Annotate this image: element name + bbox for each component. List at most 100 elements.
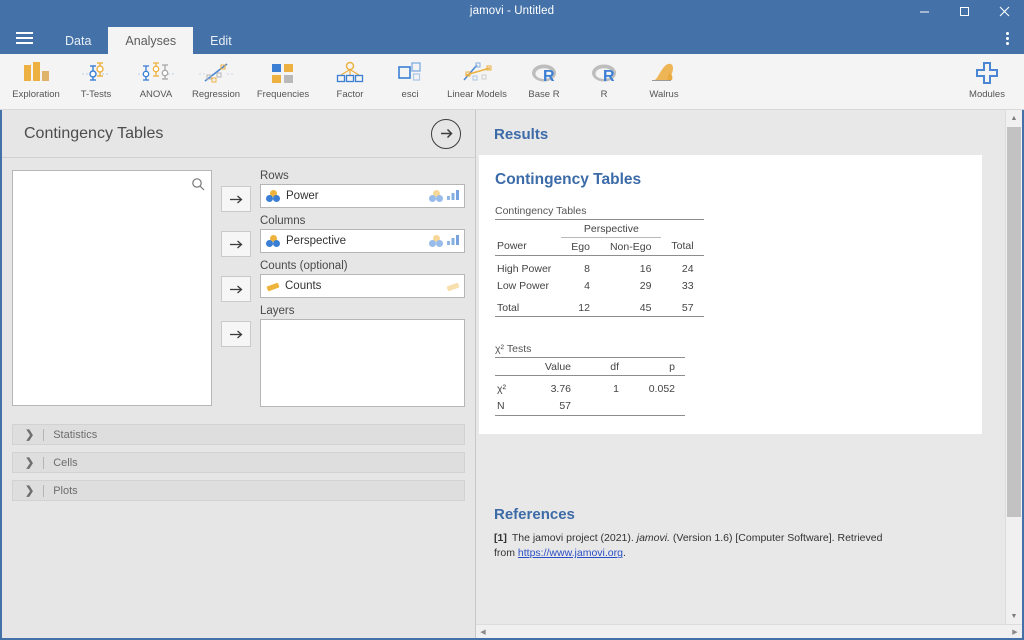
tab-edit[interactable]: Edit [193, 27, 249, 54]
ribbon-anova[interactable]: ANOVA [126, 54, 186, 109]
options-body: Rows Power Columns Perspective Counts (o… [2, 158, 475, 638]
ribbon-base-r[interactable]: R Base R [514, 54, 574, 109]
scroll-left-icon[interactable]: ◀ [476, 625, 490, 638]
results-heading: Results [494, 126, 549, 143]
rows-box[interactable]: Power [260, 184, 465, 208]
scroll-right-icon[interactable]: ▶ [1008, 625, 1022, 638]
minimize-button[interactable] [904, 0, 944, 22]
assign-layers-button[interactable] [221, 321, 251, 347]
cell-value: 4 [584, 280, 590, 292]
ribbon-linear-models-label: Linear Models [447, 89, 507, 100]
ribbon-spacer [694, 54, 956, 109]
cell-value: 45 [599, 294, 662, 317]
scroll-up-icon[interactable]: ▲ [1006, 110, 1022, 126]
assign-buttons-column [212, 170, 260, 414]
chisq-table-block: χ² Tests Value df p χ² 3.76 1 0.052 N 57 [495, 343, 982, 416]
rows-group: Rows Power [260, 170, 465, 208]
table-row: Total 12 45 57 [495, 294, 704, 317]
results-vertical-scrollbar[interactable]: ▲ ▼ [1005, 110, 1022, 624]
ribbon-exploration[interactable]: Exploration [6, 54, 66, 109]
results-horizontal-scrollbar[interactable]: ◀ ▶ [476, 624, 1022, 638]
work-area: Contingency Tables Rows Power Columns Pe… [0, 110, 1024, 640]
assign-columns-button[interactable] [221, 231, 251, 257]
nominal-icon [266, 190, 280, 202]
ribbon-exploration-label: Exploration [12, 89, 60, 100]
table-row: Low Power 4 29 33 [495, 278, 704, 295]
counts-box[interactable]: Counts [260, 274, 465, 298]
columns-box[interactable]: Perspective [260, 229, 465, 253]
table-row: χ² 3.76 1 0.052 [495, 376, 685, 398]
col-header-non-ego: Non-Ego [599, 237, 662, 256]
arrow-right-circle-icon [440, 128, 453, 139]
counts-variable: Counts [285, 280, 322, 292]
tab-analyses-label: Analyses [125, 33, 177, 48]
contingency-table: Perspective Power Ego Non-Ego Total High… [495, 219, 704, 317]
tab-analyses[interactable]: Analyses [108, 27, 194, 54]
search-icon[interactable] [191, 177, 205, 196]
window-title: jamovi - Untitled [469, 5, 555, 17]
ribbon-linear-models[interactable]: Linear Models [440, 54, 514, 109]
divider [43, 428, 45, 441]
section-statistics[interactable]: ❯ Statistics [12, 424, 465, 445]
chevron-right-icon: ❯ [25, 429, 35, 441]
menu-button[interactable] [0, 22, 48, 54]
ribbon-modules-label: Modules [969, 89, 1005, 100]
reference-italic-title: jamovi. [636, 531, 670, 544]
assignment-targets: Rows Power Columns Perspective Counts (o… [260, 170, 465, 414]
vertical-scroll-thumb[interactable] [1007, 127, 1021, 517]
analyses-ribbon: Exploration T-Tests ANOVA Regression Fre… [0, 54, 1024, 110]
reference-entry: [1] The jamovi project (2021). jamovi. (V… [476, 531, 906, 563]
col-header-df: df [581, 357, 629, 376]
section-plots[interactable]: ❯ Plots [12, 480, 465, 501]
scatter-line-icon [194, 58, 238, 88]
arrow-right-icon [230, 330, 243, 338]
rows-label: Rows [260, 170, 289, 182]
close-button[interactable] [984, 0, 1024, 22]
window-controls [904, 0, 1024, 22]
bar-chart-icon [14, 58, 58, 88]
ribbon-frequencies-label: Frequencies [256, 89, 310, 100]
divider [43, 484, 45, 497]
cell-value: 33 [681, 280, 694, 292]
assign-counts-button[interactable] [221, 276, 251, 302]
more-options-button[interactable] [994, 26, 1020, 50]
nominal-icon [266, 235, 280, 247]
continuous-icon [266, 280, 280, 292]
section-cells[interactable]: ❯ Cells [12, 452, 465, 473]
counts-group: Counts (optional) Counts [260, 260, 465, 298]
ribbon-walrus[interactable]: Walrus [634, 54, 694, 109]
analysis-result-card[interactable]: Contingency Tables Contingency Tables Pe… [479, 155, 982, 434]
ribbon-r[interactable]: R R [574, 54, 634, 109]
table-row: High Power 8 16 24 [495, 256, 704, 278]
ribbon-esci[interactable]: esci [380, 54, 440, 109]
tab-data[interactable]: Data [48, 27, 108, 54]
ribbon-anova-label: ANOVA [139, 89, 173, 100]
ribbon-frequencies[interactable]: Frequencies [246, 54, 320, 109]
chisq-table: Value df p χ² 3.76 1 0.052 N 57 [495, 357, 685, 416]
svg-text:R: R [603, 68, 615, 85]
results-scroll-area: Results Contingency Tables Contingency T… [476, 110, 1022, 638]
ribbon-t-tests[interactable]: T-Tests [66, 54, 126, 109]
row-label: Low Power [497, 280, 549, 292]
assign-rows-button[interactable] [221, 186, 251, 212]
variable-pool[interactable] [12, 170, 212, 406]
ribbon-modules[interactable]: Modules [956, 54, 1018, 109]
main-tab-strip: Data Analyses Edit [0, 22, 1024, 54]
kebab-dot-icon [1005, 36, 1009, 40]
counts-label: Counts (optional) [260, 260, 348, 272]
nominal-icon [429, 190, 443, 202]
cell-value: 3.76 [550, 383, 571, 395]
arrow-right-icon [230, 285, 243, 293]
linear-models-icon [455, 58, 499, 88]
hide-options-button[interactable] [431, 118, 461, 149]
analysis-options-panel: Contingency Tables Rows Power Columns Pe… [2, 110, 476, 638]
reference-link[interactable]: https://www.jamovi.org [518, 547, 623, 559]
contingency-table-block: Contingency Tables Perspective Power Ego… [495, 205, 982, 317]
error-bars-triple-icon [134, 58, 178, 88]
scroll-down-icon[interactable]: ▼ [1006, 608, 1022, 624]
maximize-button[interactable] [944, 0, 984, 22]
ribbon-factor[interactable]: Factor [320, 54, 380, 109]
col-header-total: Total [661, 237, 704, 256]
layers-box[interactable] [260, 319, 465, 407]
ribbon-regression[interactable]: Regression [186, 54, 246, 109]
